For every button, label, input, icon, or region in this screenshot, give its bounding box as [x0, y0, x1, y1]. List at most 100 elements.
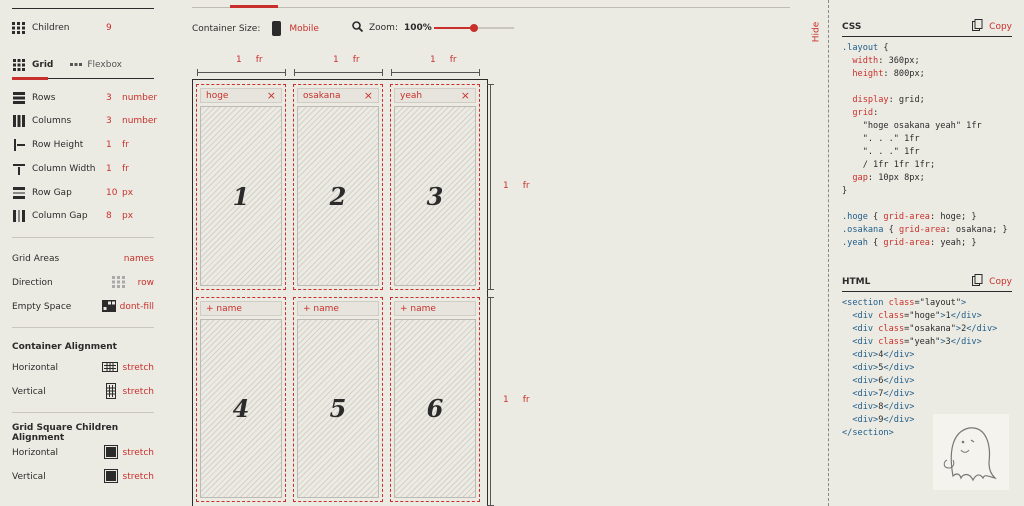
zoom-slider[interactable] [434, 24, 514, 32]
empty-space-value[interactable]: dont-fill [120, 302, 154, 312]
direction-setting[interactable]: Direction row [12, 275, 154, 291]
row-height-setting[interactable]: Row Height 1 fr [12, 138, 154, 152]
container-vertical-value[interactable]: stretch [123, 387, 154, 397]
ghost-mascot-icon [933, 414, 1009, 490]
grid-cell-6[interactable]: + name 6 [390, 297, 480, 502]
column-size-2[interactable]: 1 fr [333, 55, 360, 65]
row-size-1[interactable]: 1 fr [503, 181, 530, 191]
children-vertical-setting[interactable]: Vertical stretch [12, 468, 154, 486]
section-divider [12, 412, 154, 413]
close-icon[interactable]: × [267, 89, 276, 102]
close-icon[interactable]: × [461, 89, 470, 102]
css-title: CSS [842, 21, 862, 32]
column-gap-unit[interactable]: px [122, 211, 133, 221]
row-gap-unit[interactable]: px [122, 188, 133, 198]
grid-cell-5[interactable]: + name 5 [293, 297, 383, 502]
row-height-unit[interactable]: fr [122, 140, 129, 150]
container-size-label: Container Size: [192, 23, 261, 34]
cell-number: 3 [426, 181, 444, 211]
cell-number: 4 [232, 394, 250, 423]
row-height-value[interactable]: 1 [106, 140, 112, 150]
empty-space-icon [102, 299, 116, 315]
rows-unit[interactable]: number [122, 93, 157, 103]
row-gap-setting[interactable]: Row Gap 10 px [12, 186, 154, 200]
children-label: Children [32, 23, 70, 33]
css-code-block: .layout { width: 360px; height: 800px; d… [842, 43, 1008, 248]
grid-cell-yeah[interactable]: yeah × 3 [390, 84, 480, 290]
children-vertical-value[interactable]: stretch [123, 472, 154, 482]
grid-areas-value[interactable]: names [124, 254, 154, 264]
column-track-1 [197, 69, 286, 76]
children-value[interactable]: 9 [106, 23, 112, 33]
children-setting[interactable]: Children 9 [12, 21, 154, 35]
zoom-value: 100% [403, 23, 432, 33]
top-divider [12, 8, 154, 9]
column-gap-icon [12, 210, 26, 222]
columns-value[interactable]: 3 [106, 116, 112, 126]
cell-number: 6 [426, 394, 444, 423]
html-panel-header: HTML Copy [842, 274, 1012, 289]
columns-icon [12, 115, 26, 127]
active-tab-indicator [12, 77, 48, 80]
copy-icon [972, 19, 983, 34]
columns-setting[interactable]: Columns 3 number [12, 114, 157, 128]
tab-grid[interactable]: Grid [32, 60, 53, 70]
column-gap-setting[interactable]: Column Gap 8 px [12, 209, 154, 223]
grid-tab-icon [12, 59, 26, 71]
children-alignment-title: Grid Square Children Alignment [12, 423, 119, 443]
rows-value[interactable]: 3 [106, 93, 112, 103]
columns-unit[interactable]: number [122, 116, 157, 126]
row-gap-value[interactable]: 10 [106, 188, 117, 198]
tab-flexbox[interactable]: Flexbox [87, 60, 122, 70]
html-copy-button[interactable]: Copy [972, 274, 1012, 289]
container-size-value[interactable]: Mobile [289, 24, 319, 34]
horizontal-stretch-icon [102, 361, 118, 375]
column-size-1[interactable]: 1 fr [236, 55, 263, 65]
stretch-square-icon [104, 468, 118, 486]
area-name-tag[interactable]: osakana × [297, 88, 379, 103]
rows-setting[interactable]: Rows 3 number [12, 91, 157, 105]
add-name-tag[interactable]: + name [394, 301, 476, 316]
hide-button[interactable]: Hide [811, 22, 824, 44]
column-size-3[interactable]: 1 fr [430, 55, 457, 65]
zoom-slider-handle[interactable] [470, 24, 478, 32]
column-gap-value[interactable]: 8 [106, 211, 112, 221]
container-horizontal-value[interactable]: stretch [123, 363, 154, 373]
grid-cell-osakana[interactable]: osakana × 2 [293, 84, 383, 290]
code-panel: CSS Copy .layout { width: 360px; height:… [828, 0, 1024, 506]
add-name-tag[interactable]: + name [200, 301, 282, 316]
column-width-setting[interactable]: Column Width 1 fr [12, 162, 154, 176]
css-divider [842, 36, 1012, 37]
flexbox-tab-icon [69, 59, 83, 71]
row-track-1 [487, 84, 494, 290]
children-horizontal-value[interactable]: stretch [123, 448, 154, 458]
row-size-2[interactable]: 1 fr [503, 395, 530, 405]
area-name-tag[interactable]: yeah × [394, 88, 476, 103]
grid-cell-4[interactable]: + name 4 [196, 297, 286, 502]
empty-space-setting[interactable]: Empty Space dont-fill [12, 299, 154, 315]
container-size-control[interactable]: Container Size: Mobile [192, 21, 319, 36]
direction-value[interactable]: row [138, 278, 154, 288]
column-width-label: Column Width [32, 164, 96, 174]
cell-number: 5 [329, 394, 347, 423]
cell-number: 2 [329, 181, 347, 211]
add-name-tag[interactable]: + name [297, 301, 379, 316]
column-width-value[interactable]: 1 [106, 164, 112, 174]
children-horizontal-setting[interactable]: Horizontal stretch [12, 444, 154, 460]
css-copy-button[interactable]: Copy [972, 19, 1012, 34]
active-indicator [230, 5, 278, 8]
mobile-phone-icon [272, 21, 282, 36]
grid-areas-setting[interactable]: Grid Areas names [12, 252, 154, 266]
children-grid-icon [12, 22, 26, 34]
grid-cell-hoge[interactable]: hoge × 1 [196, 84, 286, 290]
container-vertical-setting[interactable]: Vertical stretch [12, 382, 154, 399]
section-divider [12, 237, 154, 238]
column-width-unit[interactable]: fr [122, 164, 129, 174]
top-divider [192, 7, 790, 8]
row-gap-icon [12, 187, 26, 199]
copy-icon [972, 274, 983, 289]
container-horizontal-setting[interactable]: Horizontal stretch [12, 361, 154, 375]
area-name-tag[interactable]: hoge × [200, 88, 282, 103]
direction-icon [112, 275, 126, 291]
close-icon[interactable]: × [364, 89, 373, 102]
